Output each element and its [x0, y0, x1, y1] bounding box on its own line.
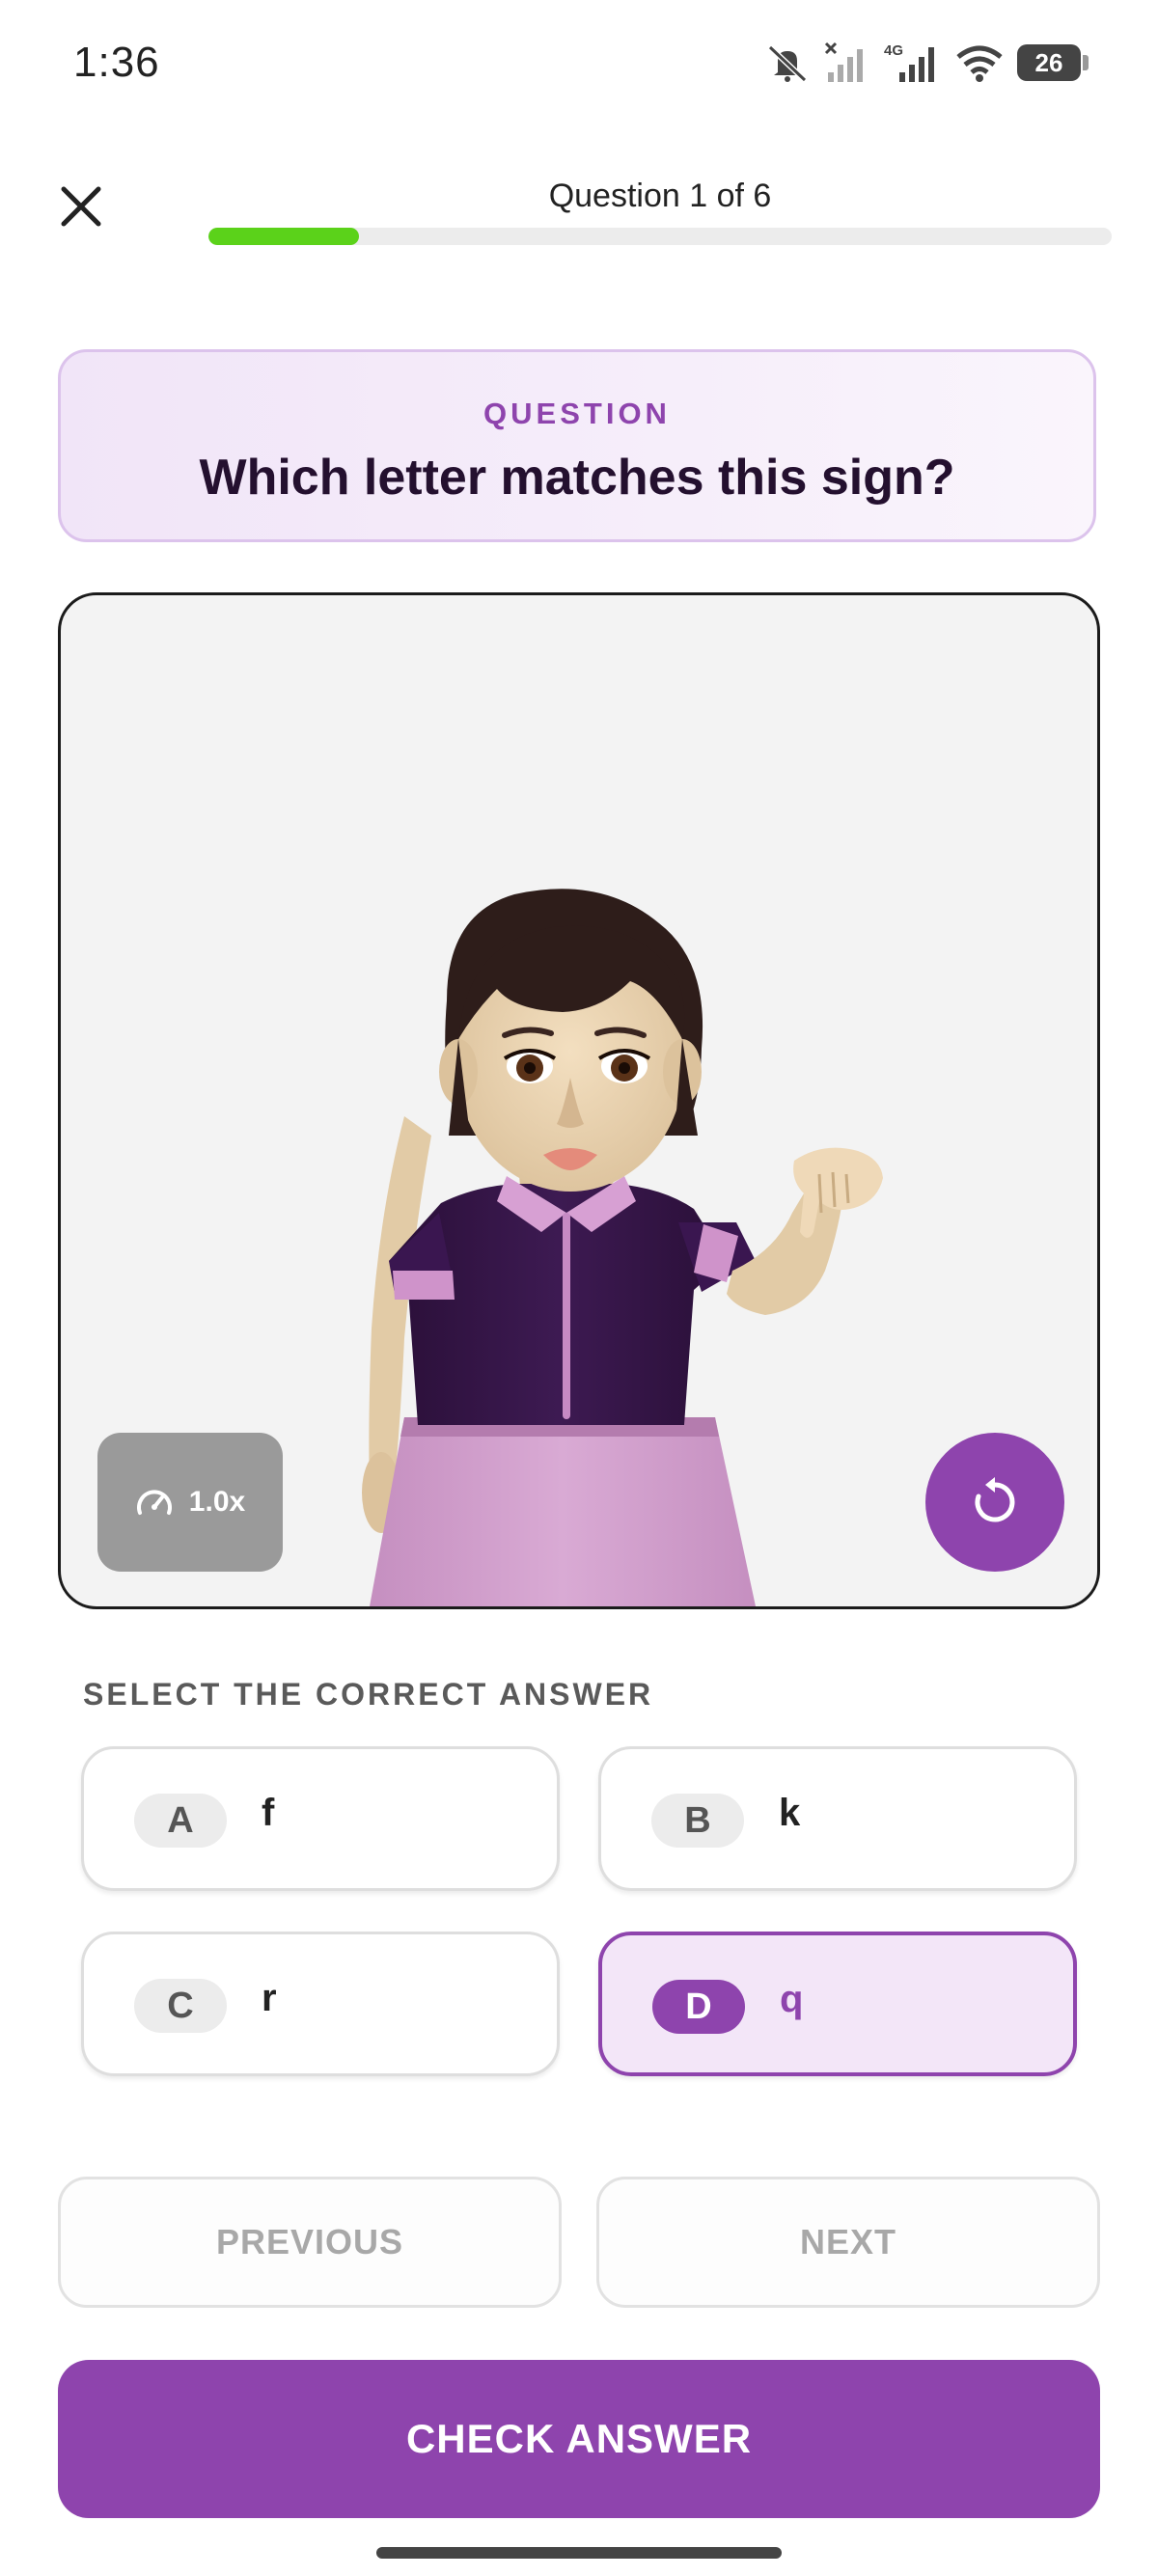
home-indicator[interactable]	[376, 2547, 782, 2559]
speedometer-icon	[136, 1490, 172, 1515]
playback-speed-button[interactable]: 1.0x	[97, 1433, 283, 1572]
option-letter-badge: C	[134, 1979, 227, 2033]
question-eyebrow: QUESTION	[483, 397, 671, 430]
option-letter-badge: D	[652, 1980, 745, 2034]
wifi-icon	[956, 45, 1003, 82]
answer-option-d[interactable]: D q	[598, 1932, 1077, 2076]
status-icons: 4G 26	[764, 39, 1089, 87]
answer-option-b[interactable]: B k	[598, 1746, 1077, 1891]
option-text: q	[780, 1978, 804, 2020]
battery-icon: 26	[1017, 44, 1089, 81]
progress-bar	[208, 228, 1112, 245]
option-text: f	[262, 1792, 275, 1834]
status-time: 1:36	[73, 39, 160, 86]
signal-off-icon	[824, 41, 863, 82]
replay-button[interactable]	[925, 1433, 1064, 1572]
signal-4g-icon: 4G	[884, 42, 934, 82]
replay-icon	[975, 1477, 1015, 1522]
answer-option-a[interactable]: A f	[81, 1746, 560, 1891]
progress-fill	[208, 228, 360, 245]
sign-video-panel[interactable]: 1.0x	[58, 592, 1100, 1609]
question-counter: Question 1 of 6	[548, 178, 772, 214]
previous-button[interactable]: PREVIOUS	[58, 2177, 562, 2308]
status-bar: 1:36 4G 26	[0, 0, 1158, 135]
question-card: QUESTION Which letter matches this sign?	[58, 349, 1096, 542]
answers-label: SELECT THE CORRECT ANSWER	[83, 1677, 654, 1712]
check-answer-button[interactable]: CHECK ANSWER	[58, 2360, 1100, 2518]
close-icon	[61, 186, 101, 227]
option-letter-badge: B	[651, 1794, 744, 1848]
next-button[interactable]: NEXT	[596, 2177, 1100, 2308]
option-text: r	[262, 1977, 277, 2019]
answer-option-c[interactable]: C r	[81, 1932, 560, 2076]
mute-icon	[767, 44, 808, 82]
svg-text:4G: 4G	[884, 42, 903, 59]
close-button[interactable]	[48, 174, 114, 239]
option-letter-badge: A	[134, 1794, 227, 1848]
playback-speed-label: 1.0x	[188, 1486, 246, 1518]
option-text: k	[779, 1792, 801, 1834]
question-text: Which letter matches this sign?	[199, 450, 955, 506]
